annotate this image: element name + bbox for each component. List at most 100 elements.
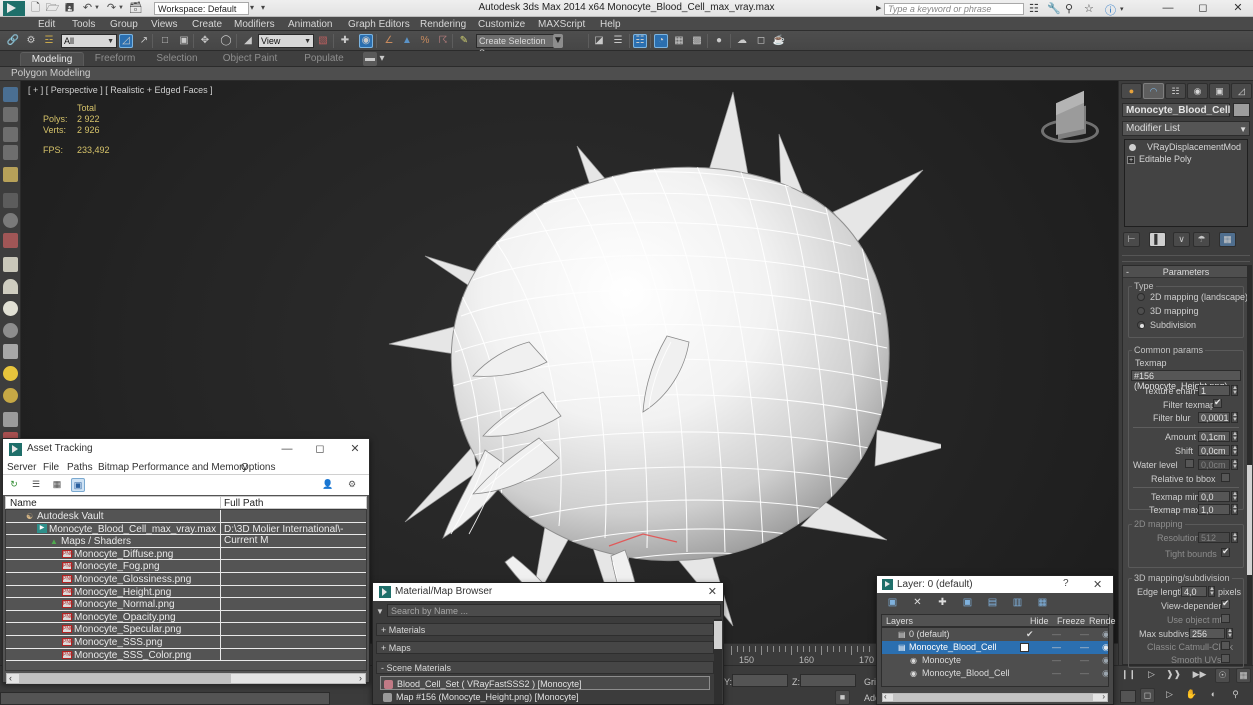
menu-edit[interactable]: Edit — [38, 19, 55, 30]
modifier-vraydisplacementmod[interactable]: VRayDisplacementMod — [1147, 142, 1253, 153]
star-icon[interactable]: ☆ — [1084, 2, 1094, 15]
snaps-toggle-icon[interactable]: ◉ — [359, 34, 373, 48]
prev-frame-icon[interactable]: ❙❙ — [1121, 668, 1136, 683]
modifier-list-combo[interactable]: Modifier List ▼ — [1122, 121, 1250, 136]
hair-icon[interactable] — [3, 412, 18, 427]
next-frame-icon[interactable]: ❱❱ — [1166, 668, 1181, 683]
texmap-min-spinner[interactable]: ▲ ▼ — [1231, 491, 1238, 502]
ring-icon[interactable] — [3, 323, 18, 338]
pin-stack-icon[interactable]: ⊢ — [1123, 232, 1140, 247]
create-layer-icon[interactable]: ▣ — [885, 596, 900, 610]
asset-tracking-minimize[interactable]: — — [275, 442, 299, 457]
scrollbar-thumb[interactable] — [19, 674, 231, 683]
view-dependent-checkbox[interactable] — [1221, 598, 1230, 609]
refresh-icon[interactable]: ↻ — [7, 478, 21, 492]
asset-tracking-list[interactable]: ☯ Autodesk Vault ▶ Monocyte_Blood_Cell_m… — [5, 509, 367, 671]
at-menu-bitmap[interactable]: Bitmap Performance and Memory — [98, 462, 248, 473]
shift-spinner[interactable]: ▲ ▼ — [1231, 445, 1238, 456]
tab-freeform[interactable]: Freeform — [84, 52, 146, 66]
play-icon[interactable]: ▷ — [1144, 668, 1159, 683]
layer-current-checkbox[interactable] — [1020, 643, 1029, 652]
select-object-icon[interactable]: ◿ — [119, 34, 133, 48]
sphere-icon[interactable] — [3, 301, 18, 316]
list-item[interactable]: PNG Monocyte_Fog.png — [6, 560, 366, 573]
at-menu-file[interactable]: File — [43, 462, 59, 473]
asset-tracking-maximize[interactable]: ◻ — [308, 442, 332, 457]
edge-length-field[interactable]: 4,0 — [1181, 586, 1207, 597]
modifier-stack[interactable]: VRayDisplacementMod + Editable Poly — [1124, 139, 1248, 227]
texmap-value-button[interactable]: #156 (Monocyte_Height.png) — [1131, 370, 1241, 391]
add-selection-icon[interactable]: ✚ — [935, 596, 950, 610]
rendered-frame-window-icon[interactable]: ◻ — [754, 34, 768, 48]
select-and-rotate-icon[interactable]: ◯ — [219, 34, 233, 48]
key-mode-icon[interactable]: ☉ — [1215, 668, 1230, 683]
list-item[interactable]: ☯ Autodesk Vault — [6, 510, 366, 523]
layer-hscrollbar[interactable]: ‹ › — [882, 692, 1108, 702]
tab-populate[interactable]: Populate — [296, 52, 352, 66]
pan-icon[interactable]: ✋ — [1184, 688, 1199, 703]
edge-length-spinner[interactable]: ▲ ▼ — [1208, 586, 1215, 597]
align-icon[interactable]: ☰ — [611, 34, 625, 48]
asset-tracking-window[interactable]: Asset Tracking — ◻ ✕ Server File Paths B… — [2, 438, 370, 684]
layer-help-icon[interactable]: ? — [1063, 578, 1069, 589]
grid-view-icon[interactable]: ▣ — [71, 478, 85, 492]
remove-modifier-icon[interactable]: ☂ — [1193, 232, 1210, 247]
command-panel-scrollbar[interactable] — [1247, 265, 1252, 665]
menu-help[interactable]: Help — [600, 19, 621, 30]
settings-layer-icon[interactable]: ▦ — [1035, 596, 1050, 610]
render-icon[interactable]: ◉ — [1102, 642, 1108, 653]
rectangular-selection-region-icon[interactable]: □ — [158, 34, 172, 48]
list-view-icon[interactable]: ☰ — [29, 478, 43, 492]
particle-view-icon[interactable]: ▩ — [690, 34, 704, 48]
at-menu-options[interactable]: Options — [241, 462, 275, 473]
help-icon[interactable]: ⓘ — [1105, 2, 1116, 18]
measure-icon[interactable] — [3, 193, 18, 208]
list-item[interactable]: PNG Monocyte_SSS_Color.png — [6, 648, 366, 662]
time-config-icon[interactable]: ▦ — [1236, 668, 1251, 683]
signin-icon[interactable]: ⚲ — [1065, 2, 1073, 15]
blood-cell-model[interactable] — [381, 86, 950, 646]
list-item[interactable]: PNG Monocyte_Diffuse.png — [6, 547, 366, 561]
coord-y-field[interactable] — [732, 674, 788, 687]
filter-blur-field[interactable]: 0,0001 — [1198, 412, 1230, 423]
freeze-dash[interactable]: — — [1080, 642, 1089, 652]
mmb-section-maps[interactable]: + Maps — [376, 641, 714, 654]
vault-login-icon[interactable]: 👤 — [321, 478, 335, 492]
reference-coordinate-combo[interactable]: View ▼ — [258, 34, 314, 48]
radio-subdivision[interactable] — [1137, 321, 1145, 329]
menu-create[interactable]: Create — [192, 19, 222, 30]
radio-3d-mapping[interactable] — [1137, 307, 1145, 315]
list-item[interactable]: ▤ Monocyte_Blood_Cell — — ◉ — [882, 641, 1108, 654]
layer-dialog[interactable]: Layer: 0 (default) ? ✕ ▣ ✕ ✚ ▣ ▤ ▥ ▦ Lay… — [876, 575, 1116, 705]
asset-tracking-close[interactable]: ✕ — [343, 442, 367, 457]
select-by-name-icon[interactable]: ↗ — [137, 34, 151, 48]
orbit-icon[interactable]: ◐ — [1206, 688, 1221, 703]
mmb-close-icon[interactable]: ✕ — [708, 585, 717, 598]
zoom-all-icon[interactable]: ▷ — [1162, 688, 1177, 703]
hide-dash[interactable]: — — [1052, 668, 1061, 678]
render-icon[interactable]: ◉ — [1102, 668, 1108, 679]
scrollbar-thumb[interactable] — [893, 694, 1093, 701]
list-item[interactable]: PNG Monocyte_Normal.png — [6, 598, 366, 611]
amount-spinner[interactable]: ▲ ▼ — [1231, 431, 1238, 442]
motion-tab[interactable]: ◉ — [1187, 83, 1208, 99]
lightbulb-icon[interactable] — [1129, 144, 1136, 151]
hide-layer-icon[interactable]: ▥ — [1010, 596, 1025, 610]
wrench-icon[interactable]: 🔧 — [1047, 2, 1061, 15]
mmb-item-blood-cell-set[interactable]: Blood_Cell_Set ( VRayFastSSS2 ) [Monocyt… — [380, 676, 710, 690]
vault-settings-icon[interactable]: ⚙ — [345, 478, 359, 492]
texture-chan-spinner[interactable]: ▲ ▼ — [1231, 385, 1238, 396]
ribbon-chevron-down-icon[interactable]: ▾ — [378, 52, 386, 66]
radio-2d-mapping[interactable] — [1137, 293, 1145, 301]
coord-z-field[interactable] — [800, 674, 856, 687]
use-object-mtl-checkbox[interactable] — [1221, 614, 1230, 623]
asset-tracking-hscrollbar[interactable]: ‹ › — [6, 673, 366, 684]
mmb-options-icon[interactable]: ▼ — [376, 607, 384, 616]
binoculars-icon[interactable]: ☷ — [1029, 2, 1039, 15]
percent-snap-toggle-icon[interactable]: ▲ — [400, 34, 414, 48]
select-and-manipulate-icon[interactable]: ✚ — [338, 34, 352, 48]
list-item[interactable]: ◉ Monocyte — — ◉ — [882, 654, 1108, 667]
mmb-section-materials[interactable]: + Materials — [376, 623, 714, 636]
highlight-selected-icon[interactable]: ▤ — [985, 596, 1000, 610]
show-end-result-icon[interactable]: ▌ — [1149, 232, 1166, 247]
